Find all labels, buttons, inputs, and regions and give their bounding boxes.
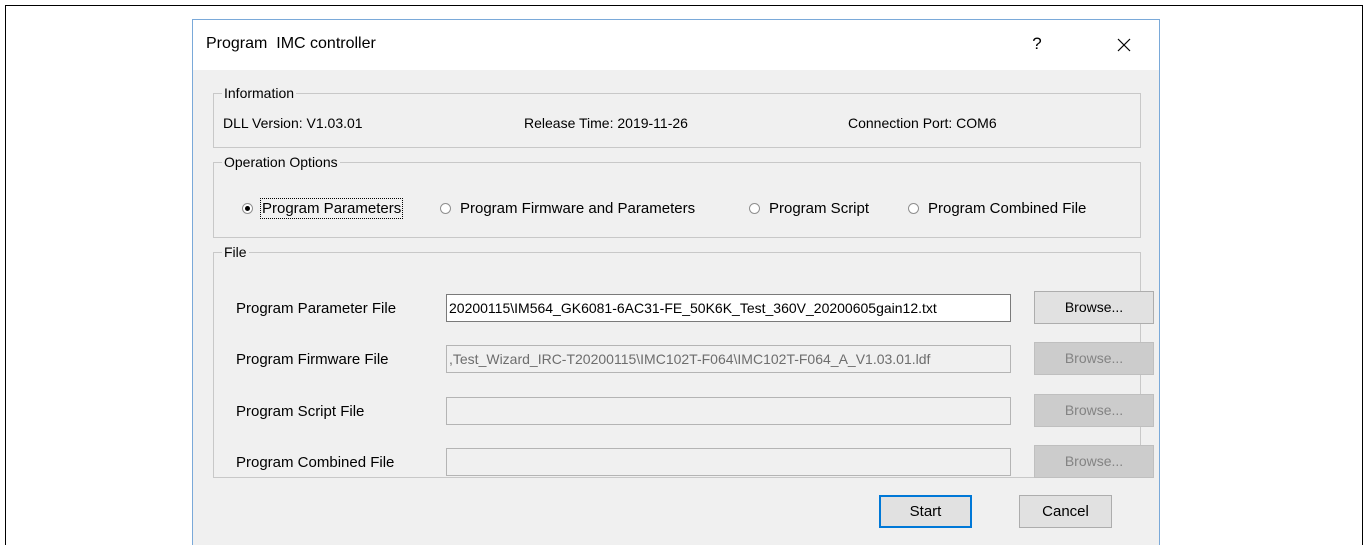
radio-button[interactable] (440, 203, 451, 214)
operation-options-group-label: Operation Options (222, 154, 340, 170)
browse-combined-file-button: Browse... (1034, 445, 1154, 478)
program-parameter-file-input[interactable]: 20200115\IM564_GK6081-6AC31-FE_50K6K_Tes… (446, 294, 1011, 322)
program-firmware-file-input: ,Test_Wizard_IRC-T20200115\IMC102T-F064\… (446, 345, 1011, 373)
release-time-text: Release Time: 2019-11-26 (524, 115, 688, 131)
program-script-file-input (446, 397, 1011, 425)
file-group-label: File (222, 244, 249, 260)
program-firmware-file-label: Program Firmware File (236, 351, 389, 368)
program-combined-file-input (446, 448, 1011, 476)
browse-parameter-file-button[interactable]: Browse... (1034, 291, 1154, 324)
title-bar: Program IMC controller ? (193, 20, 1159, 70)
help-button[interactable]: ? (1015, 28, 1059, 60)
information-group-label: Information (222, 85, 297, 101)
operation-options-group: Operation Options Program Parameters Pro… (213, 154, 1141, 238)
dll-version-text: DLL Version: V1.03.01 (223, 115, 363, 131)
start-button[interactable]: Start (879, 495, 972, 528)
radio-label: Program Firmware and Parameters (460, 200, 696, 217)
file-group: File Program Parameter File 20200115\IM5… (213, 244, 1154, 478)
cancel-button[interactable]: Cancel (1019, 495, 1112, 528)
radio-label: Program Script (769, 200, 870, 217)
program-parameter-file-label: Program Parameter File (236, 300, 397, 317)
close-button[interactable] (1099, 28, 1149, 60)
radio-program-parameters[interactable]: Program Parameters (242, 198, 404, 219)
program-imc-dialog: Program IMC controller ? Information DLL… (192, 19, 1160, 545)
dialog-title: Program IMC controller (206, 35, 376, 52)
close-icon (1117, 38, 1131, 52)
radio-program-script[interactable]: Program Script (749, 200, 869, 217)
radio-label: Program Parameters (259, 198, 404, 219)
program-combined-file-label: Program Combined File (236, 454, 395, 471)
browse-firmware-file-button: Browse... (1034, 342, 1154, 375)
program-script-file-label: Program Script File (236, 403, 365, 420)
radio-label: Program Combined File (928, 200, 1087, 217)
radio-button[interactable] (908, 203, 919, 214)
browse-script-file-button: Browse... (1034, 394, 1154, 427)
connection-port-text: Connection Port: COM6 (848, 115, 997, 131)
radio-button-checked[interactable] (242, 203, 253, 214)
radio-program-combined-file[interactable]: Program Combined File (908, 200, 1086, 217)
information-group: Information DLL Version: V1.03.01 Releas… (213, 85, 1141, 148)
radio-button[interactable] (749, 203, 760, 214)
radio-program-firmware-and-parameters[interactable]: Program Firmware and Parameters (440, 200, 695, 217)
